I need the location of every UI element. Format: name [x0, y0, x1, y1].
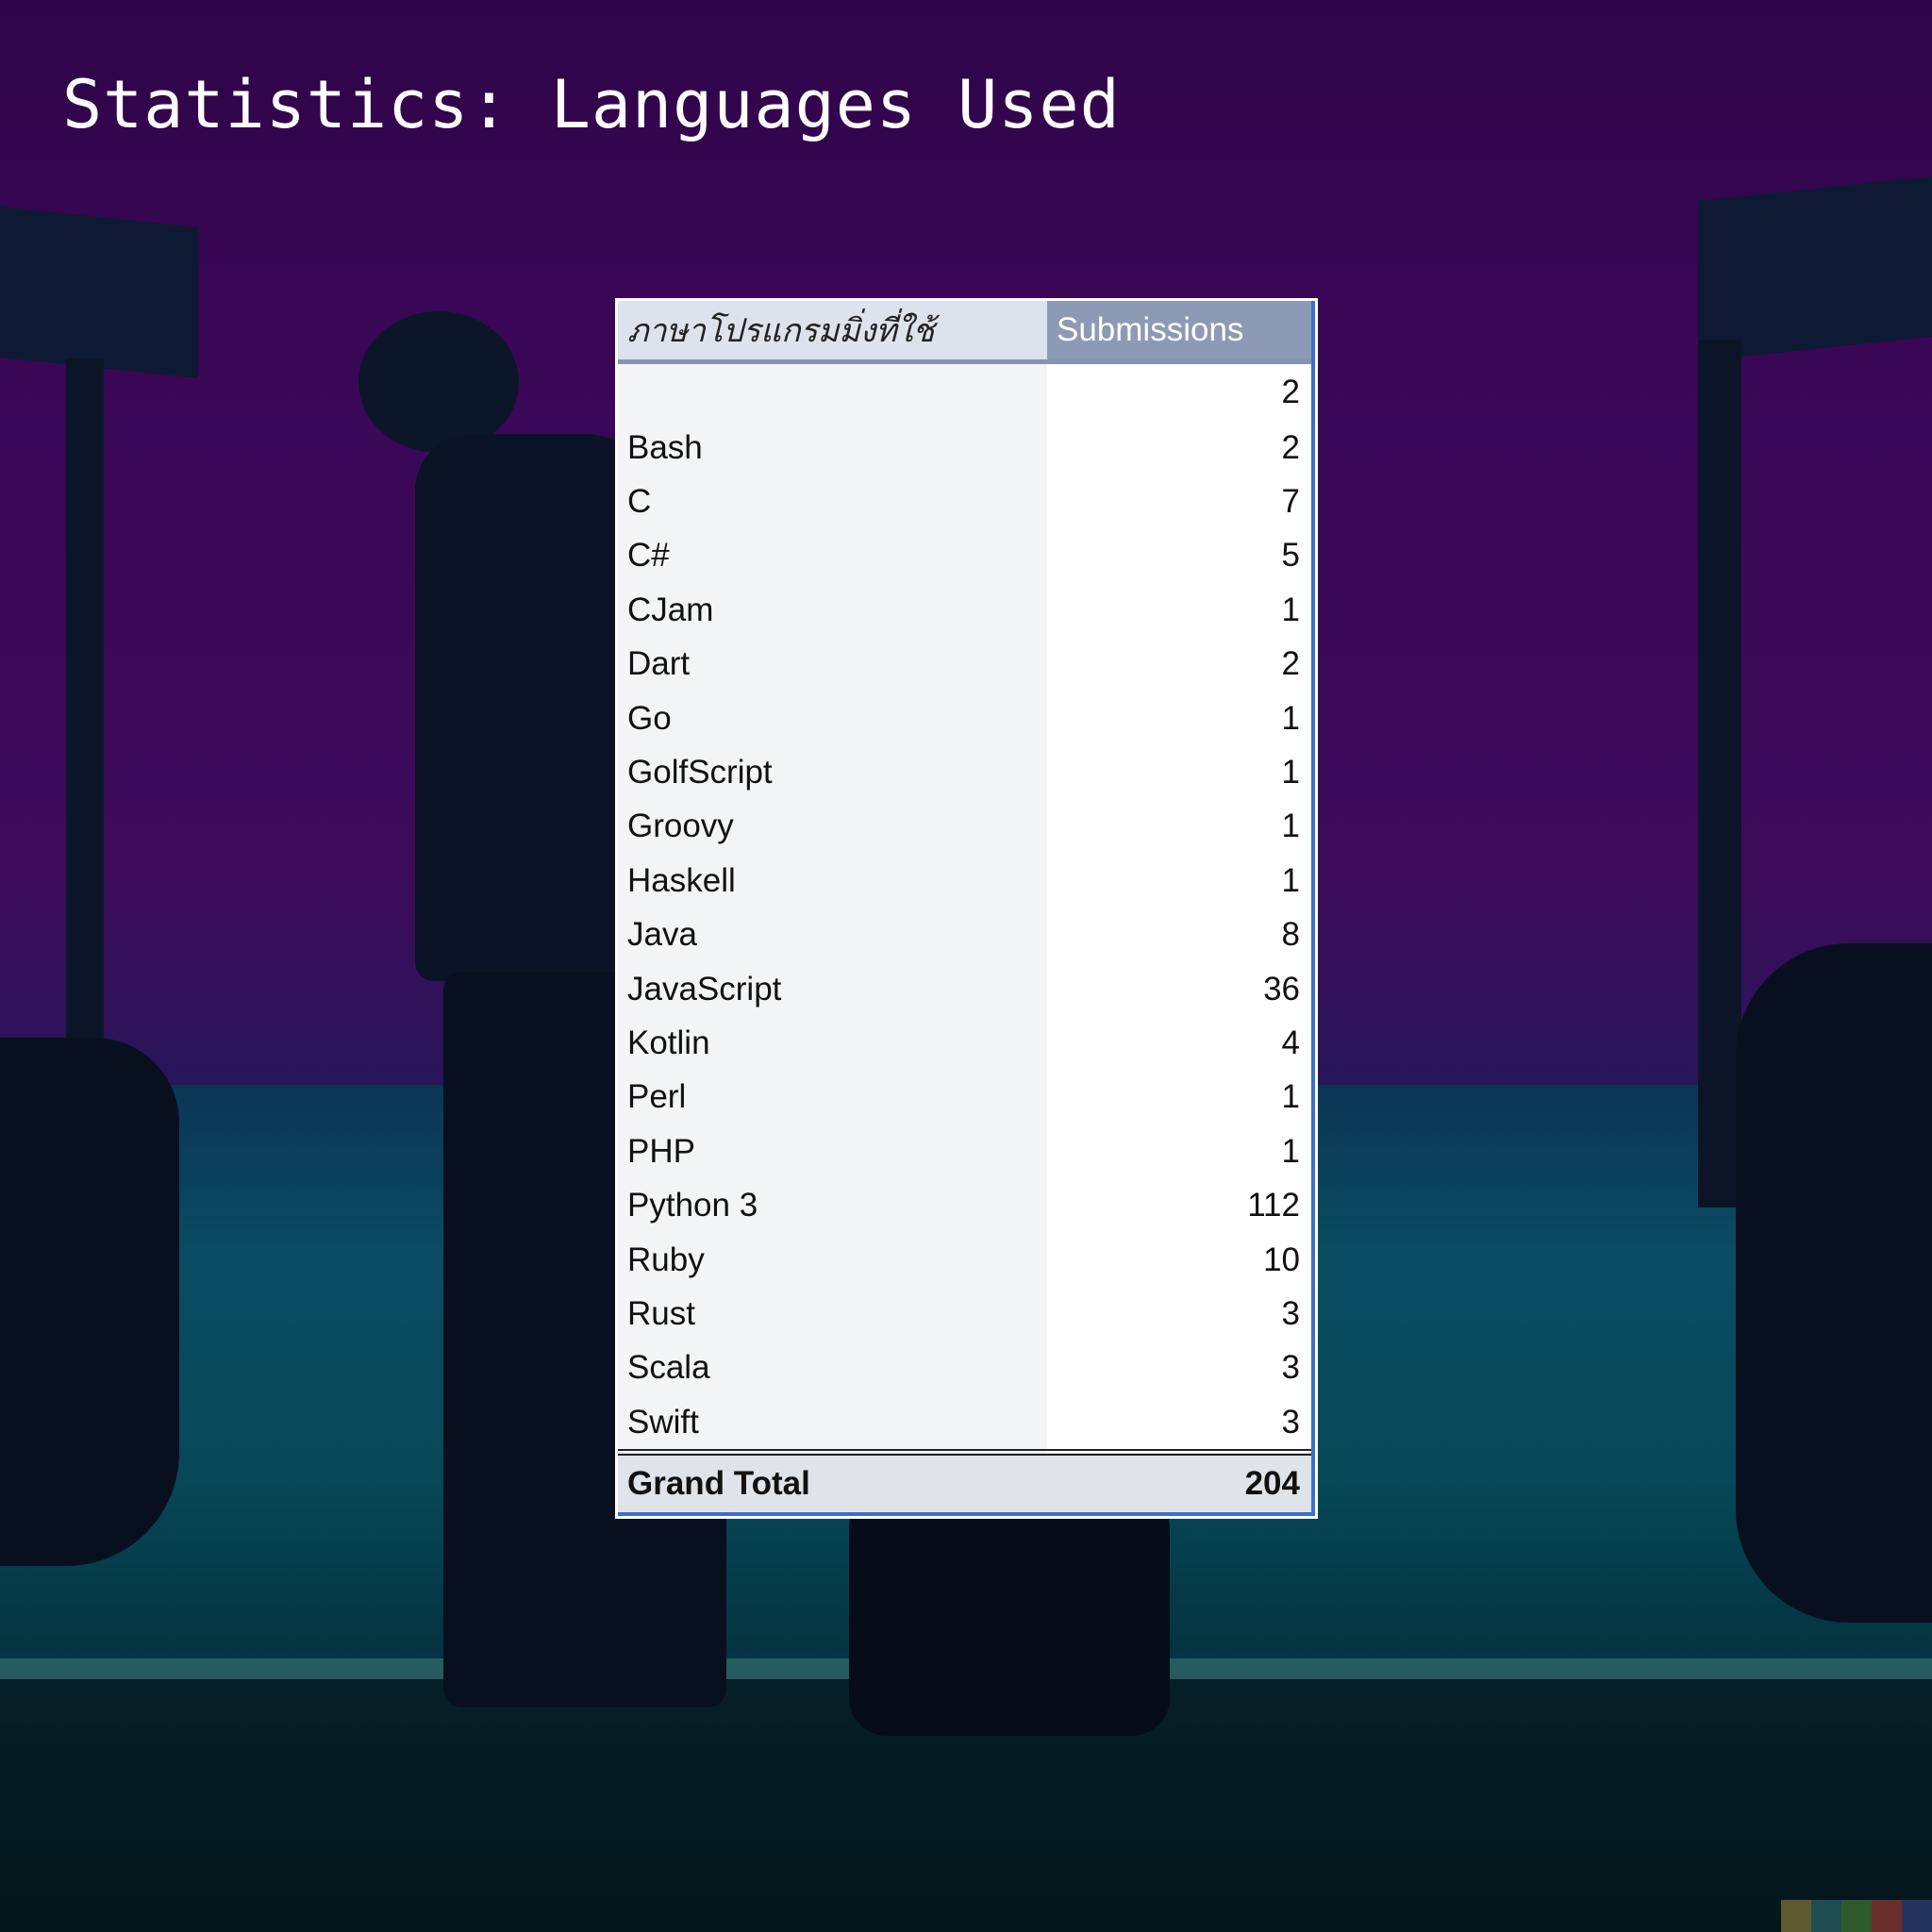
table-row[interactable]: Haskell 1 — [618, 854, 1311, 908]
language-cell[interactable]: PHP — [618, 1124, 1047, 1179]
submissions-cell[interactable]: 3 — [1047, 1341, 1311, 1396]
table-row[interactable]: Go 1 — [618, 691, 1311, 746]
submissions-cell[interactable]: 2 — [1047, 361, 1311, 421]
submissions-cell[interactable]: 112 — [1047, 1178, 1311, 1233]
submissions-cell[interactable]: 1 — [1047, 799, 1311, 855]
color-swatch — [1872, 1900, 1902, 1932]
submissions-cell[interactable]: 7 — [1047, 475, 1311, 529]
grand-total-value: 204 — [1047, 1449, 1311, 1513]
language-cell[interactable]: GolfScript — [618, 745, 1047, 800]
language-cell[interactable]: Groovy — [618, 799, 1047, 855]
page-title: Statistics: Languages Used — [62, 66, 1121, 143]
table-row[interactable]: C7 — [618, 475, 1311, 529]
submissions-cell[interactable]: 3 — [1047, 1395, 1311, 1453]
language-cell[interactable]: Perl — [618, 1070, 1047, 1125]
table-header-row: ภาษาโปรแกรมมิ่งที่ใช้ Submissions — [618, 301, 1311, 364]
submissions-cell[interactable]: 5 — [1047, 528, 1311, 584]
submissions-cell[interactable]: 2 — [1047, 421, 1311, 475]
table-row[interactable]: PHP 1 — [618, 1124, 1311, 1179]
submissions-cell[interactable]: 1 — [1047, 691, 1311, 746]
submissions-cell[interactable]: 3 — [1047, 1287, 1311, 1341]
table-row[interactable]: Kotlin 4 — [618, 1016, 1311, 1071]
language-cell[interactable]: Haskell — [618, 854, 1047, 908]
language-cell[interactable]: Dart — [618, 637, 1047, 691]
table-row[interactable]: Scala 3 — [618, 1341, 1311, 1396]
person-head-silhouette — [358, 311, 519, 453]
language-cell[interactable]: C — [618, 475, 1047, 529]
language-cell[interactable]: Swift — [618, 1395, 1047, 1453]
submissions-cell[interactable]: 1 — [1047, 583, 1311, 638]
color-swatch — [1811, 1900, 1841, 1932]
color-swatch — [1902, 1900, 1932, 1932]
language-cell[interactable]: Go — [618, 691, 1047, 746]
table-row[interactable]: JavaScript 36 — [618, 961, 1311, 1017]
submissions-cell[interactable]: 36 — [1047, 961, 1311, 1017]
table-row[interactable]: Bash 2 — [618, 421, 1311, 475]
language-cell[interactable] — [618, 361, 1047, 421]
table-row[interactable]: Python 3 112 — [618, 1178, 1311, 1233]
language-cell[interactable]: CJam — [618, 583, 1047, 638]
submissions-cell[interactable]: 1 — [1047, 745, 1311, 800]
pivot-table-grid: ภาษาโปรแกรมมิ่งที่ใช้ Submissions 2 Bash 2… — [618, 301, 1311, 1513]
color-swatch-strip — [1781, 1900, 1932, 1932]
table-row[interactable]: Groovy 1 — [618, 799, 1311, 855]
language-column-header[interactable]: ภาษาโปรแกรมมิ่งที่ใช้ — [618, 301, 1047, 364]
language-cell[interactable]: Ruby — [618, 1232, 1047, 1288]
table-body: 2 Bash 2 C 7 C# 5 CJam 1 Dart 2 Go 1 GolfScript 1 Groov… — [618, 361, 1311, 1453]
language-cell[interactable]: Java — [618, 908, 1047, 962]
table-row[interactable]: Dart 2 — [618, 637, 1311, 691]
submissions-column-header[interactable]: Submissions — [1047, 301, 1311, 364]
table-row[interactable]: Java 8 — [618, 908, 1311, 962]
submissions-cell[interactable]: 10 — [1047, 1232, 1311, 1288]
language-cell[interactable]: C# — [618, 528, 1047, 584]
language-cell[interactable]: Bash — [618, 421, 1047, 475]
language-cell[interactable]: Rust — [618, 1287, 1047, 1341]
submissions-cell[interactable]: 8 — [1047, 908, 1311, 962]
table-row[interactable]: GolfScript 1 — [618, 745, 1311, 800]
submissions-cell[interactable]: 1 — [1047, 1124, 1311, 1179]
language-cell[interactable]: Kotlin — [618, 1016, 1047, 1071]
color-swatch — [1841, 1900, 1872, 1932]
table-row[interactable]: Perl 1 — [618, 1070, 1311, 1125]
table-row[interactable]: CJam 1 — [618, 583, 1311, 638]
submissions-cell[interactable]: 4 — [1047, 1016, 1311, 1071]
right-cart-body — [1736, 943, 1932, 1623]
table-row[interactable]: Rust 3 — [618, 1287, 1311, 1341]
table-row[interactable]: C# 5 — [618, 528, 1311, 584]
submissions-cell[interactable]: 1 — [1047, 1070, 1311, 1125]
language-cell[interactable]: Python 3 — [618, 1178, 1047, 1233]
color-swatch — [1781, 1900, 1811, 1932]
table-row[interactable]: Swift 3 — [618, 1395, 1311, 1453]
grand-total-row: Grand Total 204 — [618, 1449, 1311, 1513]
right-cart-silhouette — [1698, 175, 1932, 362]
submissions-cell[interactable]: 2 — [1047, 637, 1311, 691]
table-row[interactable]: 2 — [618, 361, 1311, 421]
language-cell[interactable]: JavaScript — [618, 961, 1047, 1017]
person-legs-right-silhouette — [849, 1491, 1170, 1736]
left-cart-silhouette — [0, 206, 198, 379]
grand-total-label: Grand Total — [618, 1449, 1047, 1513]
submissions-cell[interactable]: 1 — [1047, 854, 1311, 908]
left-cart-body — [0, 1038, 179, 1566]
language-cell[interactable]: Scala — [618, 1341, 1047, 1396]
table-row[interactable]: Ruby 10 — [618, 1232, 1311, 1288]
languages-pivot-table: ภาษาโปรแกรมมิ่งที่ใช้ Submissions 2 Bash 2… — [615, 298, 1318, 1520]
